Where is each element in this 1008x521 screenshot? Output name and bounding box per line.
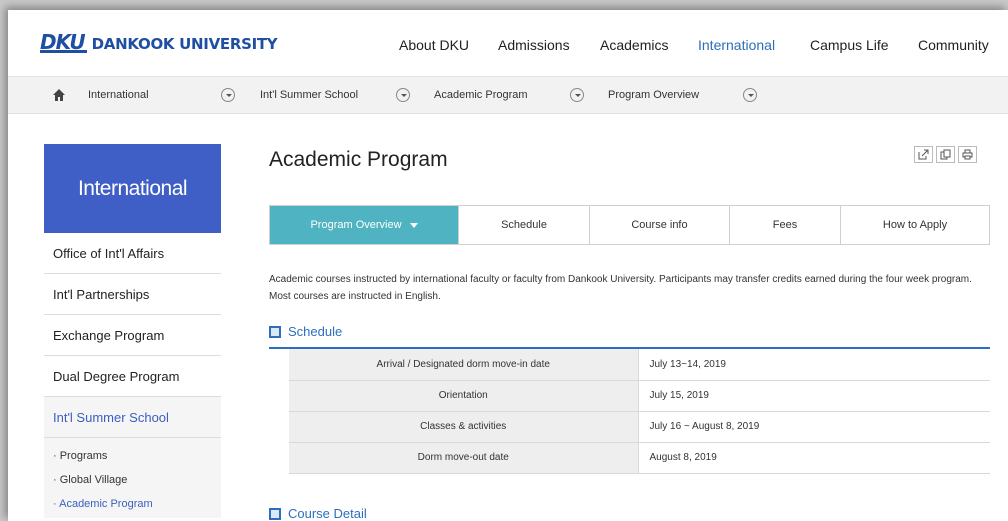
- tab-label: Course info: [631, 219, 688, 231]
- tab-label: Fees: [772, 219, 798, 231]
- tab-label: Schedule: [501, 219, 547, 231]
- schedule-label: Arrival / Designated dorm move-in date: [289, 349, 639, 381]
- breadcrumb: International Int'l Summer School Academ…: [8, 76, 1008, 114]
- logo-mark: DKU: [40, 30, 87, 54]
- copy-icon[interactable]: [936, 146, 955, 163]
- table-row: Arrival / Designated dorm move-in date J…: [289, 349, 990, 381]
- sidebar-item-partnerships[interactable]: Int'l Partnerships: [44, 274, 221, 315]
- nav-campus-life[interactable]: Campus Life: [810, 37, 889, 53]
- breadcrumb-item-international[interactable]: International: [88, 89, 149, 101]
- breadcrumb-item-program-overview[interactable]: Program Overview: [608, 89, 699, 101]
- breadcrumb-dropdown-icon[interactable]: [221, 88, 235, 102]
- schedule-value: August 8, 2019: [638, 442, 990, 474]
- breadcrumb-item-summer-school[interactable]: Int'l Summer School: [260, 89, 358, 101]
- tab-program-overview[interactable]: Program Overview: [270, 206, 458, 244]
- dku-logo[interactable]: DKU DANKOOK UNIVERSITY: [40, 30, 278, 54]
- sidebar-submenu: · Programs · Global Village · Academic P…: [44, 438, 221, 518]
- print-icon[interactable]: [958, 146, 977, 163]
- sidebar-subitem-academic-program[interactable]: · Academic Program: [44, 492, 221, 516]
- breadcrumb-dropdown-icon[interactable]: [570, 88, 584, 102]
- nav-admissions[interactable]: Admissions: [498, 37, 570, 53]
- page-title: Academic Program: [269, 148, 448, 171]
- tab-course-info[interactable]: Course info: [589, 206, 729, 244]
- breadcrumb-item-academic-program[interactable]: Academic Program: [434, 89, 528, 101]
- schedule-table: Arrival / Designated dorm move-in date J…: [289, 349, 990, 474]
- sidebar-item-intl-affairs[interactable]: Office of Int'l Affairs: [44, 233, 221, 274]
- course-detail-heading: Course Detail: [269, 506, 367, 521]
- tab-schedule[interactable]: Schedule: [458, 206, 589, 244]
- tab-how-to-apply[interactable]: How to Apply: [840, 206, 989, 244]
- square-bullet-icon: [269, 507, 281, 520]
- schedule-value: July 13~14, 2019: [638, 349, 990, 381]
- schedule-label: Dorm move-out date: [289, 442, 639, 474]
- square-bullet-icon: [269, 325, 281, 338]
- schedule-heading: Schedule: [269, 324, 342, 339]
- nav-international[interactable]: International: [698, 37, 775, 53]
- sidebar-menu: Office of Int'l Affairs Int'l Partnershi…: [44, 233, 221, 518]
- schedule-label: Classes & activities: [289, 411, 639, 443]
- schedule-label: Orientation: [289, 380, 639, 412]
- schedule-value: July 16 ~ August 8, 2019: [638, 411, 990, 443]
- sidebar-item-dual-degree[interactable]: Dual Degree Program: [44, 356, 221, 397]
- logo-text: DANKOOK UNIVERSITY: [91, 34, 278, 53]
- tab-label: Program Overview: [310, 219, 402, 231]
- schedule-heading-label: Schedule: [288, 324, 343, 339]
- nav-about-dku[interactable]: About DKU: [399, 37, 469, 53]
- intro-text: Academic courses instructed by internati…: [269, 274, 972, 302]
- breadcrumb-dropdown-icon[interactable]: [396, 88, 410, 102]
- sidebar-item-exchange-program[interactable]: Exchange Program: [44, 315, 221, 356]
- site-header: DKU DANKOOK UNIVERSITY About DKU Admissi…: [8, 10, 1008, 76]
- nav-academics[interactable]: Academics: [600, 37, 668, 53]
- sidebar-title: International: [44, 144, 221, 233]
- share-icon[interactable]: [914, 146, 933, 163]
- course-detail-heading-label: Course Detail: [288, 506, 367, 521]
- browser-page: DKU DANKOOK UNIVERSITY About DKU Admissi…: [8, 10, 1008, 521]
- table-row: Classes & activities July 16 ~ August 8,…: [289, 411, 990, 443]
- nav-community[interactable]: Community: [918, 37, 989, 53]
- sidebar-subitem-global-village[interactable]: · Global Village: [44, 468, 221, 492]
- caret-down-icon: [409, 222, 418, 228]
- content-tabs: Program Overview Schedule Course info Fe…: [269, 205, 990, 245]
- breadcrumb-dropdown-icon[interactable]: [743, 88, 757, 102]
- table-row: Orientation July 15, 2019: [289, 380, 990, 412]
- home-icon[interactable]: [52, 88, 66, 102]
- tab-label: How to Apply: [882, 219, 948, 231]
- sidebar-item-summer-school[interactable]: Int'l Summer School: [44, 397, 221, 438]
- sidebar-subitem-programs[interactable]: · Programs: [44, 444, 221, 468]
- schedule-value: July 15, 2019: [638, 380, 990, 412]
- tab-fees[interactable]: Fees: [729, 206, 840, 244]
- table-row: Dorm move-out date August 8, 2019: [289, 442, 990, 474]
